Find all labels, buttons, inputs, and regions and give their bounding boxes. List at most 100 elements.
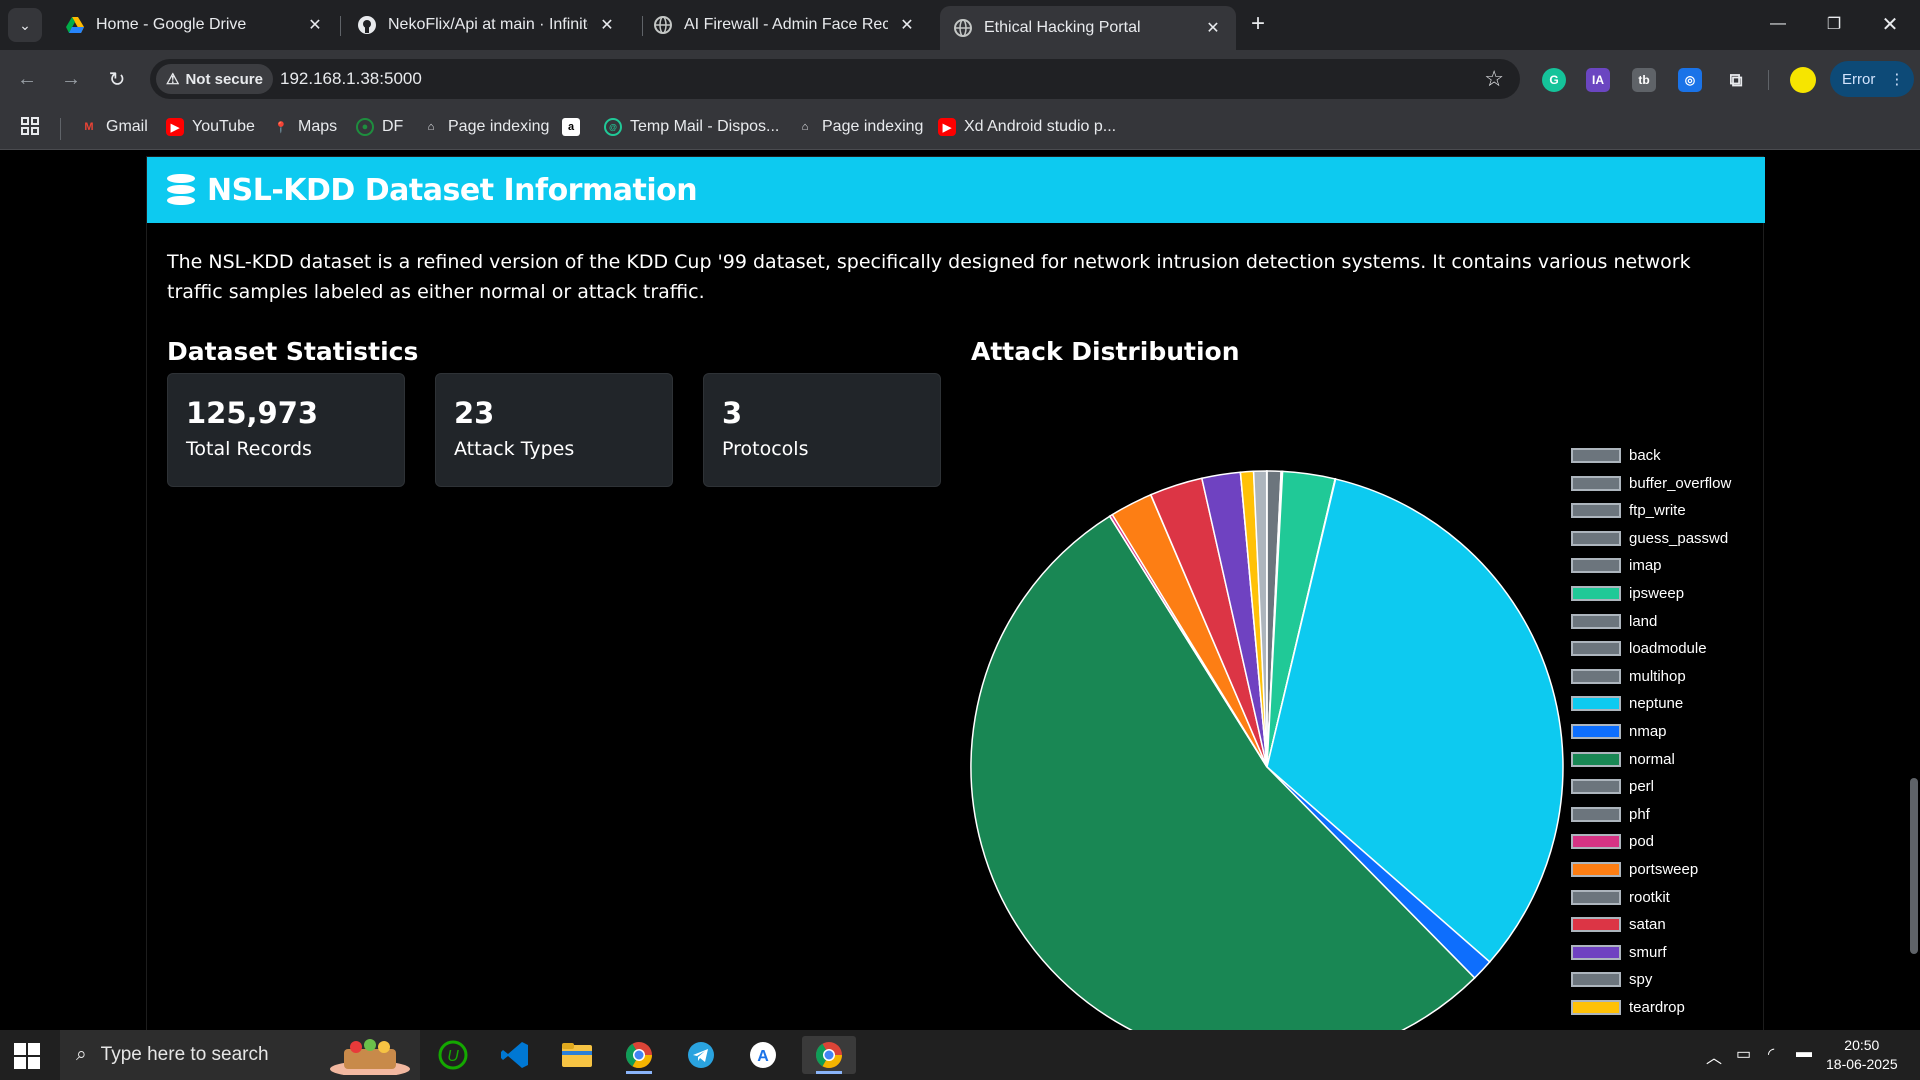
tray-battery-icon[interactable]: ▬ (1796, 1044, 1812, 1062)
bookmark-maps[interactable]: 📍 Maps (272, 118, 337, 136)
legend-item-ftp_write[interactable]: ftp_write (1571, 502, 1771, 519)
taskbar-clock[interactable]: 20:50 18-06-2025 (1826, 1036, 1898, 1074)
legend-item-smurf[interactable]: smurf (1571, 944, 1771, 961)
bookmark-page-indexing-2[interactable]: ⌂ Page indexing (796, 118, 924, 136)
legend-swatch (1571, 944, 1621, 960)
legend-label: smurf (1629, 943, 1667, 961)
browser-toolbar: ← → ↻ ⚠ Not secure 192.168.1.38:5000 ☆ G… (0, 50, 1920, 108)
grammarly-extension-icon[interactable]: G (1542, 68, 1566, 92)
legend-item-teardrop[interactable]: teardrop (1571, 999, 1771, 1016)
tray-display-icon[interactable]: ▭ (1736, 1044, 1751, 1064)
windows-start-icon[interactable] (14, 1043, 40, 1069)
legend-swatch (1571, 530, 1621, 546)
tb-extension-icon[interactable]: tb (1632, 68, 1656, 92)
legend-item-imap[interactable]: imap (1571, 557, 1771, 574)
new-tab-button[interactable]: + (1244, 10, 1272, 38)
stat-label: Protocols (722, 438, 809, 460)
tab-ethical-hacking-portal[interactable]: Ethical Hacking Portal ✕ (940, 6, 1236, 50)
bookmark-label: Page indexing (822, 118, 924, 135)
stat-value: 23 (454, 396, 495, 430)
legend-swatch (1571, 724, 1621, 739)
bookmark-star-icon[interactable]: ☆ (1484, 66, 1504, 92)
legend-item-back[interactable]: back (1571, 447, 1771, 464)
legend-swatch (1571, 751, 1621, 767)
search-highlight-picnic-icon[interactable] (322, 1036, 418, 1075)
legend-swatch (1571, 503, 1621, 519)
close-tab-icon[interactable]: ✕ (1204, 18, 1222, 38)
reload-button[interactable]: ↻ (100, 62, 134, 96)
legend-item-land[interactable]: land (1571, 613, 1771, 630)
tab-search-button[interactable]: ⌄ (8, 8, 42, 42)
legend-label: pod (1629, 833, 1655, 851)
card-title: NSL-KDD Dataset Information (207, 172, 698, 208)
page-scrollbar-thumb[interactable] (1910, 778, 1918, 954)
close-tab-icon[interactable]: ✕ (306, 15, 324, 35)
legend-item-rootkit[interactable]: rootkit (1571, 889, 1771, 906)
bookmark-page-indexing[interactable]: ⌂ Page indexing (422, 118, 550, 136)
legend-item-pod[interactable]: pod (1571, 833, 1771, 850)
database-icon (167, 174, 195, 206)
legend-swatch (1571, 558, 1621, 574)
profile-avatar[interactable] (1790, 67, 1816, 93)
legend-item-spy[interactable]: spy (1571, 971, 1771, 988)
chrome-profile-app-icon[interactable] (616, 1036, 662, 1074)
screen-extension-icon[interactable]: ◎ (1678, 68, 1702, 92)
apps-grid-icon[interactable] (20, 116, 40, 136)
bookmark-label: Gmail (106, 118, 148, 135)
dataset-info-card: NSL-KDD Dataset Information The NSL-KDD … (146, 156, 1765, 1030)
tray-chevron-up-icon[interactable]: ︿ (1706, 1044, 1722, 1068)
search-console-icon: ⌂ (801, 121, 809, 133)
legend-label: imap (1629, 557, 1662, 575)
app-store-app-icon[interactable]: A (740, 1036, 786, 1074)
file-explorer-app-icon[interactable] (554, 1036, 600, 1074)
tray-wifi-icon[interactable]: ◜ (1768, 1044, 1774, 1064)
error-menu-button[interactable]: Error ⋮ (1830, 61, 1914, 97)
vscode-app-icon[interactable] (492, 1036, 538, 1074)
attack-distribution-chart (967, 467, 1567, 1030)
globe-icon (954, 19, 972, 37)
address-bar[interactable]: ⚠ Not secure 192.168.1.38:5000 ☆ (150, 59, 1520, 99)
maps-pin-icon: 📍 (274, 121, 288, 134)
bookmark-xd-android[interactable]: ▶ Xd Android studio p... (938, 118, 1116, 136)
legend-label: guess_passwd (1629, 529, 1729, 547)
minimize-button[interactable]: — (1750, 0, 1806, 48)
legend-item-loadmodule[interactable]: loadmodule (1571, 640, 1771, 657)
url-text[interactable]: 192.168.1.38:5000 (280, 69, 422, 89)
bookmark-youtube[interactable]: ▶ YouTube (166, 118, 255, 136)
legend-item-neptune[interactable]: neptune (1571, 695, 1771, 712)
close-window-button[interactable]: ✕ (1862, 0, 1918, 48)
legend-swatch (1571, 862, 1621, 877)
site-info-button[interactable]: ⚠ Not secure (156, 64, 273, 94)
bookmark-amazon[interactable]: a (562, 118, 580, 136)
legend-item-portsweep[interactable]: portsweep (1571, 861, 1771, 878)
back-button[interactable]: ← (10, 62, 44, 96)
running-indicator (816, 1071, 842, 1074)
legend-item-normal[interactable]: normal (1571, 751, 1771, 768)
legend-swatch (1571, 834, 1621, 850)
ia-extension-icon[interactable]: IA (1586, 68, 1610, 92)
tab-github[interactable]: NekoFlix/Api at main · Infinite-N ✕ (344, 6, 630, 44)
close-tab-icon[interactable]: ✕ (598, 15, 616, 35)
tab-ai-firewall[interactable]: AI Firewall - Admin Face Recogn ✕ (640, 6, 930, 44)
bookmark-temp-mail[interactable]: @ Temp Mail - Dispos... (604, 118, 779, 136)
forward-button[interactable]: → (54, 62, 88, 96)
legend-item-buffer_overflow[interactable]: buffer_overflow (1571, 475, 1771, 492)
legend-label: perl (1629, 778, 1655, 796)
close-tab-icon[interactable]: ✕ (898, 15, 916, 35)
legend-item-phf[interactable]: phf (1571, 806, 1771, 823)
legend-item-nmap[interactable]: nmap (1571, 723, 1771, 740)
legend-item-satan[interactable]: satan (1571, 916, 1771, 933)
restore-button[interactable]: ❐ (1806, 0, 1862, 48)
bookmark-gmail[interactable]: M Gmail (80, 118, 148, 136)
legend-item-guess_passwd[interactable]: guess_passwd (1571, 530, 1771, 547)
legend-item-multihop[interactable]: multihop (1571, 668, 1771, 685)
upwork-app-icon[interactable]: U (430, 1036, 476, 1074)
chrome-app-icon[interactable] (802, 1036, 856, 1074)
tab-google-drive[interactable]: Home - Google Drive ✕ (52, 6, 338, 44)
bookmark-df[interactable]: ● DF (356, 118, 403, 136)
legend-item-perl[interactable]: perl (1571, 778, 1771, 795)
globe-icon (654, 16, 672, 34)
extensions-puzzle-icon[interactable]: ⧉ (1724, 68, 1748, 92)
legend-item-ipsweep[interactable]: ipsweep (1571, 585, 1771, 602)
telegram-app-icon[interactable] (678, 1036, 724, 1074)
